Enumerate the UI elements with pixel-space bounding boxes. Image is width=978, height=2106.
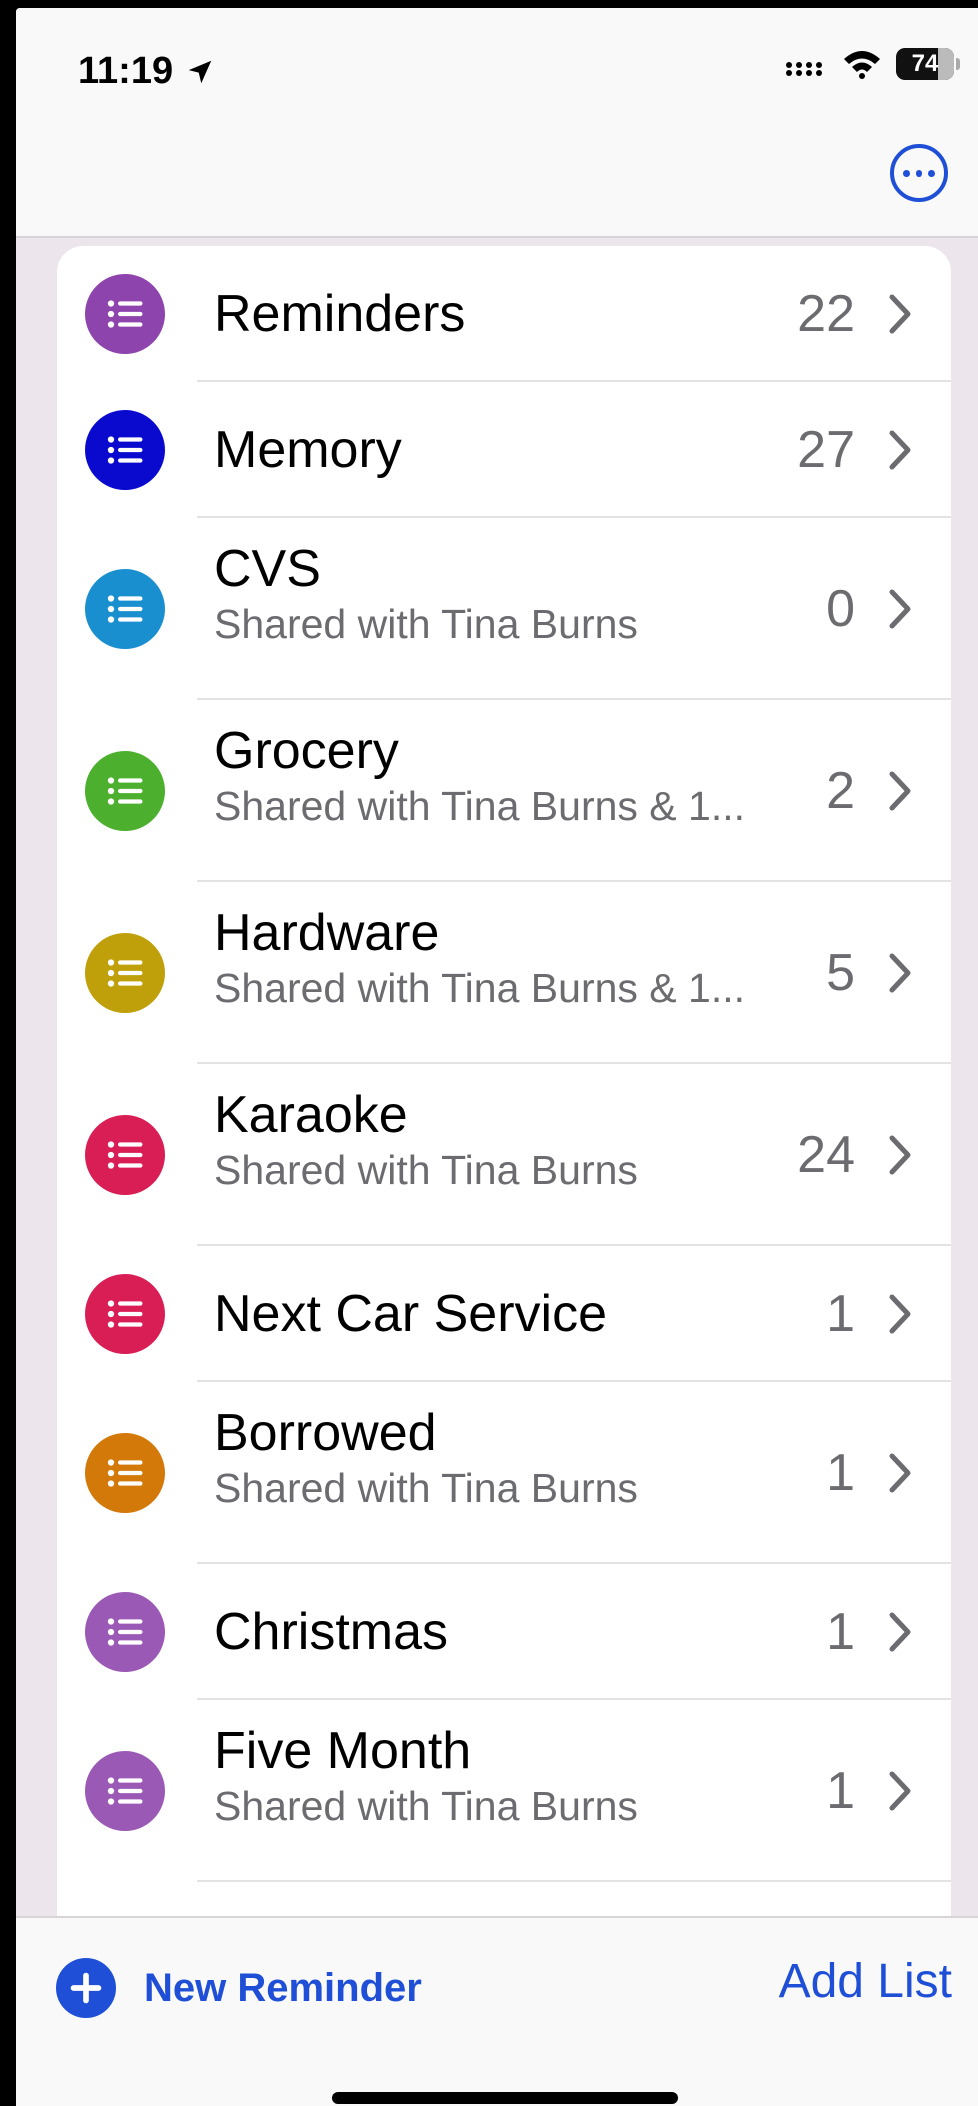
list-title: Next Car Service — [214, 1285, 607, 1343]
list-item[interactable]: Hardware Shared with Tina Burns & 1... 5 — [57, 882, 951, 1064]
list-bullet-icon — [85, 569, 165, 649]
more-options-button[interactable] — [890, 144, 948, 202]
wifi-icon — [844, 51, 880, 79]
chevron-right-icon — [889, 589, 911, 629]
list-bullet-icon — [85, 410, 165, 490]
list-count: 2 — [826, 762, 855, 820]
list-item[interactable]: Next Car Service 1 — [57, 1246, 951, 1382]
list-shared-subtitle: Shared with Tina Burns — [214, 1147, 638, 1193]
list-bullet-icon — [85, 933, 165, 1013]
top-bar: 11:19 74 — [16, 8, 978, 238]
list-item[interactable]: Borrowed Shared with Tina Burns 1 — [57, 1382, 951, 1564]
list-item[interactable]: Grocery Shared with Tina Burns & 1... 2 — [57, 700, 951, 882]
chevron-right-icon — [889, 1453, 911, 1493]
new-reminder-label: New Reminder — [144, 1965, 422, 2010]
status-bar-indicators: 74 — [784, 48, 960, 80]
list-bullet-icon — [85, 1115, 165, 1195]
list-title: Reminders — [214, 285, 466, 343]
list-bullet-icon — [85, 1433, 165, 1513]
cellular-signal-icon — [786, 62, 822, 76]
list-count: 1 — [826, 1603, 855, 1661]
list-count: 1 — [826, 1444, 855, 1502]
list-count: 1 — [826, 1762, 855, 1820]
list-bullet-icon — [85, 274, 165, 354]
list-count: 27 — [797, 421, 855, 479]
battery-level: 74 — [911, 50, 939, 77]
list-count: 5 — [826, 944, 855, 1002]
list-item[interactable]: Karaoke Shared with Tina Burns 24 — [57, 1064, 951, 1246]
list-title: CVS — [214, 540, 321, 598]
list-shared-subtitle: Shared with Tina Burns — [214, 1783, 638, 1829]
new-reminder-button[interactable]: New Reminder — [56, 1958, 422, 2018]
list-count: 22 — [797, 285, 855, 343]
plus-circle-icon — [56, 1958, 116, 2018]
chevron-right-icon — [889, 430, 911, 470]
row-separator — [197, 1880, 951, 1882]
time-label: 11:19 — [78, 50, 174, 92]
list-bullet-icon — [85, 1751, 165, 1831]
lists-card: Reminders 22 Memory 27 CVS Shared with Tina B… — [57, 246, 951, 1926]
list-title: Grocery — [214, 722, 399, 780]
list-title: Hardware — [214, 904, 440, 962]
add-list-button[interactable]: Add List — [779, 1954, 952, 2009]
chevron-right-icon — [889, 1612, 911, 1652]
battery-icon: 74 — [896, 48, 960, 80]
chevron-right-icon — [889, 294, 911, 334]
location-arrow-icon — [188, 60, 212, 83]
list-shared-subtitle: Shared with Tina Burns — [214, 601, 638, 647]
chevron-right-icon — [889, 1771, 911, 1811]
status-bar-time: 11:19 — [78, 50, 215, 93]
list-title: Christmas — [214, 1603, 449, 1661]
list-item[interactable]: Christmas 1 — [57, 1564, 951, 1700]
list-item[interactable]: CVS Shared with Tina Burns 0 — [57, 518, 951, 700]
list-title: Borrowed — [214, 1404, 437, 1462]
list-item[interactable]: Reminders 22 — [57, 246, 951, 382]
list-count: 0 — [826, 580, 855, 638]
list-title: Karaoke — [214, 1086, 408, 1144]
home-indicator — [332, 2092, 678, 2104]
list-shared-subtitle: Shared with Tina Burns & 1... — [214, 783, 745, 829]
screen: 11:19 74 Reminders 22 Memory 27 CVS Shar… — [16, 8, 978, 2106]
bottom-toolbar: New Reminder Add List — [16, 1916, 978, 2106]
list-bullet-icon — [85, 1592, 165, 1672]
list-title: Memory — [214, 421, 402, 479]
list-count: 24 — [797, 1126, 855, 1184]
list-bullet-icon — [85, 1274, 165, 1354]
list-title: Five Month — [214, 1722, 472, 1780]
chevron-right-icon — [889, 1135, 911, 1175]
list-item[interactable]: Memory 27 — [57, 382, 951, 518]
chevron-right-icon — [889, 953, 911, 993]
list-shared-subtitle: Shared with Tina Burns & 1... — [214, 965, 745, 1011]
list-count: 1 — [826, 1285, 855, 1343]
list-item[interactable]: Five Month Shared with Tina Burns 1 — [57, 1700, 951, 1882]
list-bullet-icon — [85, 751, 165, 831]
list-shared-subtitle: Shared with Tina Burns — [214, 1465, 638, 1511]
chevron-right-icon — [889, 1294, 911, 1334]
chevron-right-icon — [889, 771, 911, 811]
